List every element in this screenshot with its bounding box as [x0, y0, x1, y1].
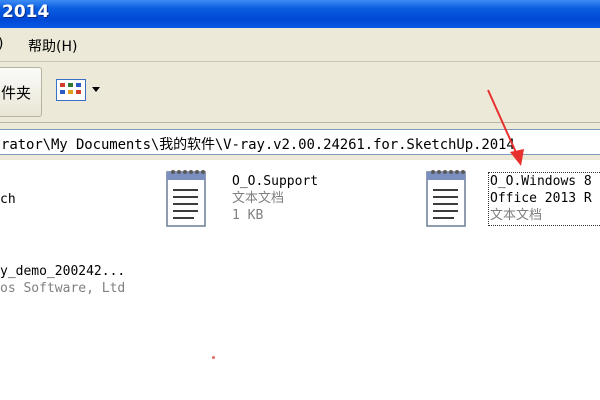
stray-dot [212, 356, 215, 359]
annotation-arrow [487, 89, 524, 166]
